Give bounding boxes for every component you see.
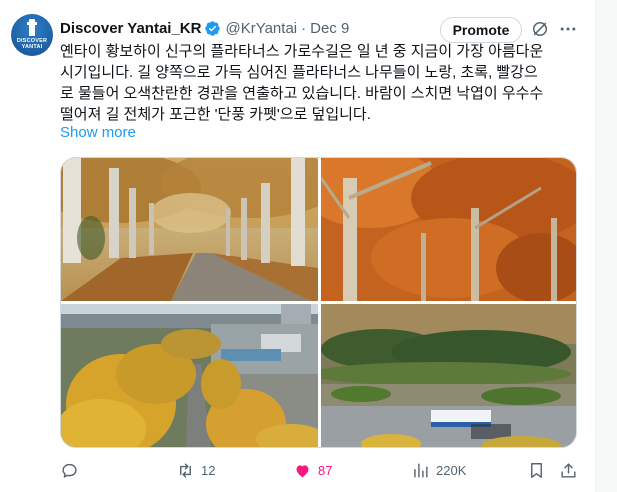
photo-canopy[interactable] <box>321 158 576 301</box>
avatar-text-line-2: YANTAI <box>21 44 43 50</box>
like-button[interactable]: 87 <box>293 458 332 482</box>
media-grid <box>60 157 577 448</box>
promote-button[interactable]: Promote <box>440 17 522 43</box>
views-icon <box>414 462 428 478</box>
retweet-button[interactable]: 12 <box>176 458 215 482</box>
reply-button[interactable] <box>60 458 85 482</box>
tweet-text-line: 로 물들어 오색찬란한 경관을 연출하고 있습니다. 바람이 스치면 낙엽이 우… <box>60 85 544 102</box>
retweet-count: 12 <box>201 462 216 478</box>
photo-aerial-road[interactable] <box>61 304 318 447</box>
right-edge-panel <box>595 0 617 492</box>
views-count: 220K <box>436 462 467 478</box>
tweet-text-line: 시기입니다. 길 양쪽으로 가득 심어진 플라타너스 나무들이 노랑, 초록, … <box>60 64 538 81</box>
lighthouse-icon <box>27 19 37 36</box>
bookmark-button[interactable] <box>527 458 546 482</box>
show-more-link[interactable]: Show more <box>60 124 136 141</box>
retweet-icon <box>180 462 191 478</box>
tweet-text: 옌타이 황보하이 신구의 플라타너스 가로수길은 일 년 중 지금이 가장 아름… <box>60 41 590 125</box>
handle[interactable]: @KrYantai <box>225 20 297 37</box>
grok-icon[interactable] <box>530 19 550 39</box>
share-icon <box>561 462 576 478</box>
tweet-text-line: 떨어져 길 전체가 포근한 '단풍 카펫'으로 덮입니다. <box>60 106 371 123</box>
heart-icon <box>296 464 309 477</box>
tweet-header: Discover Yantai_KR @KrYantai · Dec 9 <box>60 17 349 39</box>
like-count: 87 <box>318 462 333 478</box>
tweet-card: DISCOVER YANTAI Discover Yantai_KR @KrYa… <box>0 0 617 492</box>
display-name[interactable]: Discover Yantai_KR <box>60 20 201 37</box>
verified-badge-icon <box>205 20 221 36</box>
reply-icon <box>62 463 77 478</box>
tweet-text-line: 옌타이 황보하이 신구의 플라타너스 가로수길은 일 년 중 지금이 가장 아름… <box>60 43 544 60</box>
more-icon[interactable] <box>558 19 578 39</box>
bookmark-icon <box>531 462 542 478</box>
avatar[interactable]: DISCOVER YANTAI <box>11 14 53 56</box>
views-button[interactable]: 220K <box>411 458 466 482</box>
share-button[interactable] <box>559 458 578 482</box>
post-date[interactable]: Dec 9 <box>310 20 349 37</box>
photo-avenue[interactable] <box>61 158 318 301</box>
action-bar: 12 87 220K <box>60 458 580 482</box>
separator-dot: · <box>301 19 307 37</box>
photo-overhead-bus[interactable] <box>321 304 576 447</box>
